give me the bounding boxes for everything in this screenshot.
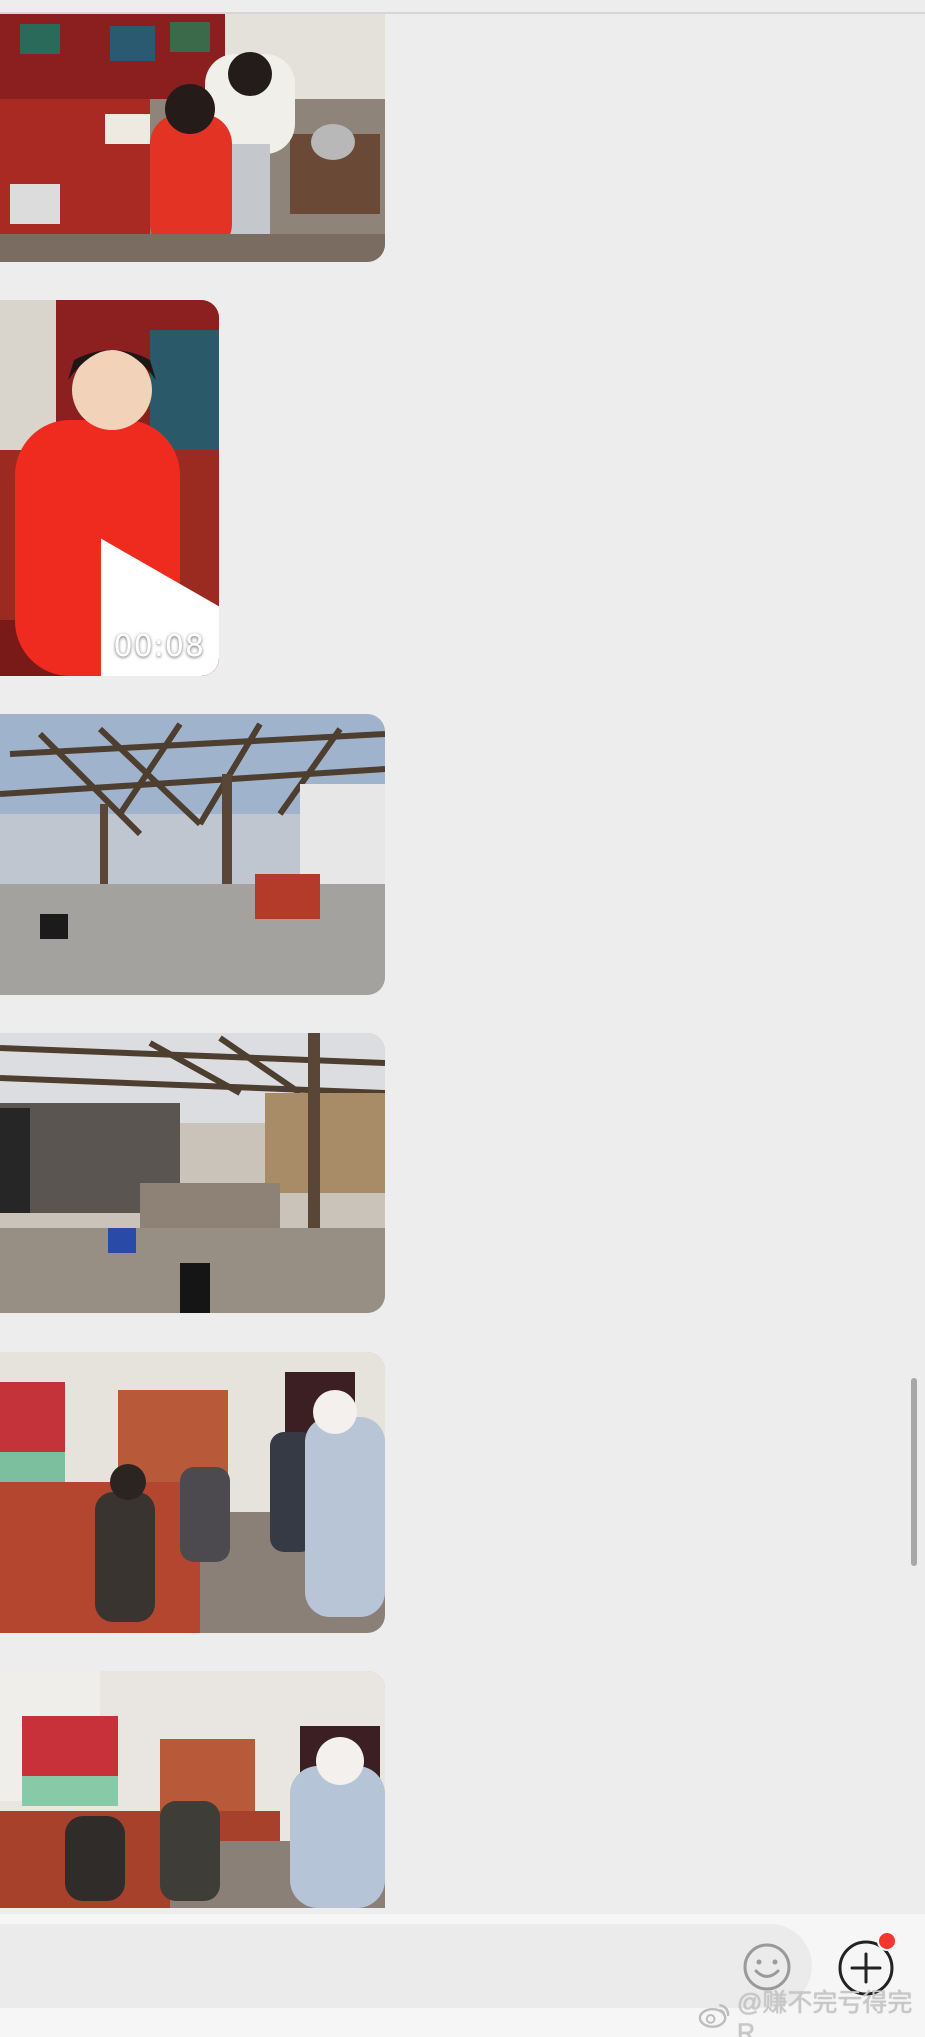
- photo-room-children-2: [0, 1671, 385, 1908]
- image-message[interactable]: [0, 1671, 385, 1908]
- chat-screen: 00:08 @赚不完亏得完R: [0, 0, 925, 2037]
- scrollbar[interactable]: [911, 1378, 917, 1566]
- watermark: @赚不完亏得完R: [698, 1989, 925, 2037]
- video-duration: 00:08: [113, 629, 205, 664]
- watermark-text: @赚不完亏得完R: [737, 1988, 913, 2037]
- photo-pergola-yard: [0, 714, 385, 995]
- message-input[interactable]: [0, 1924, 812, 2008]
- image-message[interactable]: [0, 14, 385, 262]
- photo-child-red-coat: [0, 14, 385, 262]
- image-message[interactable]: [0, 714, 385, 995]
- notification-badge: [877, 1931, 897, 1951]
- photo-pergola-wall: [0, 1033, 385, 1313]
- weibo-logo-icon: [698, 2004, 730, 2028]
- video-message[interactable]: 00:08: [0, 300, 219, 676]
- photo-room-children: [0, 1352, 385, 1633]
- image-message[interactable]: [0, 1033, 385, 1313]
- image-message[interactable]: [0, 1352, 385, 1633]
